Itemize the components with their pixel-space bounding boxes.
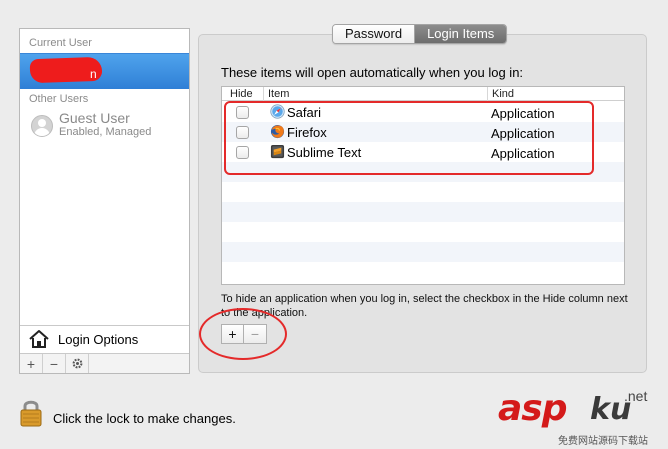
add-user-button[interactable]: +	[20, 354, 43, 373]
table-row[interactable]: Firefox Application	[222, 122, 624, 142]
house-icon	[29, 330, 49, 348]
login-items-buttons: + −	[221, 324, 267, 344]
empty-row	[222, 222, 624, 242]
table-row[interactable]: Sublime Text Application	[222, 142, 624, 162]
item-name: Sublime Text	[287, 145, 362, 160]
guest-user-name[interactable]: Guest User	[59, 110, 130, 126]
column-header-item[interactable]: Item	[264, 87, 488, 101]
hide-checkbox[interactable]	[236, 106, 249, 119]
safari-icon	[270, 104, 285, 119]
sublime-text-icon	[270, 144, 285, 159]
watermark-tagline: 免费网站源码下载站	[558, 436, 648, 447]
login-options-item[interactable]: Login Options	[20, 325, 189, 353]
item-kind: Application	[491, 126, 555, 141]
users-list: Current User n Other Users Guest User En…	[19, 28, 190, 374]
empty-row	[222, 242, 624, 262]
current-user-row[interactable]: n	[20, 53, 189, 89]
login-options-label: Login Options	[58, 332, 139, 347]
empty-row	[222, 182, 624, 202]
item-name: Firefox	[287, 125, 327, 140]
users-toolbar: + −	[20, 353, 189, 373]
guest-avatar-icon	[31, 115, 53, 137]
table-row[interactable]: Safari Application	[222, 102, 624, 122]
tab-bar: Password Login Items	[332, 24, 508, 44]
watermark-domain: .net	[624, 388, 648, 404]
current-user-name: n	[90, 67, 97, 81]
login-items-table: Hide Item Kind Safari Application Firefo…	[221, 86, 625, 285]
table-header: Hide Item Kind	[222, 87, 624, 101]
lock-message: Click the lock to make changes.	[53, 411, 236, 426]
empty-row	[222, 202, 624, 222]
remove-login-item-button[interactable]: −	[244, 325, 266, 343]
tab-login-items[interactable]: Login Items	[415, 25, 507, 43]
add-login-item-button[interactable]: +	[222, 325, 244, 343]
tab-password[interactable]: Password	[333, 25, 416, 43]
hide-checkbox[interactable]	[236, 126, 249, 139]
gear-icon	[72, 358, 82, 369]
watermark-brand-red: asp	[498, 388, 567, 429]
lock-icon[interactable]	[19, 398, 43, 428]
column-header-hide[interactable]: Hide	[222, 87, 264, 101]
hide-hint-text: To hide an application when you log in, …	[221, 293, 628, 319]
current-user-header: Current User	[29, 37, 92, 49]
remove-user-button[interactable]: −	[43, 354, 66, 373]
item-kind: Application	[491, 146, 555, 161]
guest-user-status: Enabled, Managed	[59, 126, 152, 138]
other-users-header: Other Users	[29, 93, 89, 105]
firefox-icon	[270, 124, 285, 139]
item-name: Safari	[287, 105, 321, 120]
user-action-button[interactable]	[66, 354, 89, 373]
empty-row	[222, 262, 624, 282]
hide-checkbox[interactable]	[236, 146, 249, 159]
empty-row	[222, 162, 624, 182]
column-header-kind[interactable]: Kind	[488, 87, 624, 101]
login-items-intro: These items will open automatically when…	[221, 65, 524, 80]
item-kind: Application	[491, 106, 555, 121]
site-watermark: asp ku .net 免费网站源码下载站	[498, 388, 668, 449]
